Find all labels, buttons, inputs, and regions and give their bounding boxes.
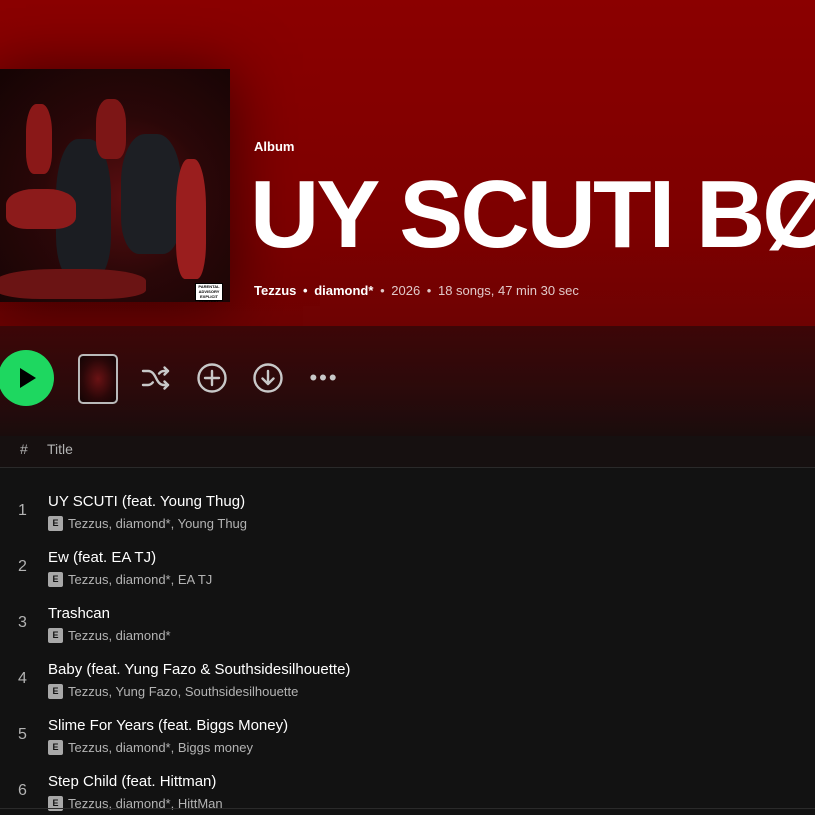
track-row[interactable]: 1 UY SCUTI (feat. Young Thug) E Tezzus, … xyxy=(0,490,815,546)
album-year: 2026 xyxy=(391,283,421,298)
bottom-divider xyxy=(0,808,815,809)
track-title[interactable]: Baby (feat. Yung Fazo & Southsidesilhoue… xyxy=(48,661,350,678)
shuffle-button[interactable] xyxy=(140,362,172,394)
track-number: 1 xyxy=(18,502,27,519)
track-row[interactable]: 4 Baby (feat. Yung Fazo & Southsidesilho… xyxy=(0,658,815,714)
tracklist-header xyxy=(0,436,815,468)
track-title[interactable]: Trashcan xyxy=(48,605,110,622)
more-options-button[interactable]: ••• xyxy=(308,362,340,394)
track-artist-list[interactable]: Tezzus, Yung Fazo, Southsidesilhouette xyxy=(68,684,298,699)
track-artists: E Tezzus, diamond*, EA TJ xyxy=(48,572,212,587)
separator-dot: • xyxy=(426,283,432,298)
separator-dot: • xyxy=(303,283,308,298)
download-circle-icon xyxy=(253,363,283,393)
track-number: 6 xyxy=(18,782,27,799)
album-meta: Tezzus • diamond* • 2026 • 18 songs, 47 … xyxy=(254,283,579,298)
track-artist-list[interactable]: Tezzus, diamond* xyxy=(68,628,171,643)
add-circle-icon xyxy=(197,363,227,393)
cover-figure xyxy=(96,99,126,159)
artist-link[interactable]: Tezzus xyxy=(254,283,296,298)
track-artists: E Tezzus, diamond*, Young Thug xyxy=(48,516,247,531)
explicit-badge: E xyxy=(48,516,63,531)
column-header-title[interactable]: Title xyxy=(47,441,73,457)
cover-figure xyxy=(6,189,76,229)
track-artist-list[interactable]: Tezzus, diamond*, EA TJ xyxy=(68,572,212,587)
album-cover[interactable]: PARENTAL ADVISORY EXPLICIT CONTENT xyxy=(0,69,230,302)
track-number: 5 xyxy=(18,726,27,743)
download-button[interactable] xyxy=(252,362,284,394)
track-row[interactable]: 2 Ew (feat. EA TJ) E Tezzus, diamond*, E… xyxy=(0,546,815,602)
track-artists: E Tezzus, Yung Fazo, Southsidesilhouette xyxy=(48,684,298,699)
parental-advisory-label: PARENTAL ADVISORY EXPLICIT CONTENT xyxy=(195,283,223,302)
column-header-number: # xyxy=(20,441,28,457)
album-summary: 18 songs, 47 min 30 sec xyxy=(437,283,579,298)
cover-figure xyxy=(26,104,52,174)
track-number: 4 xyxy=(18,670,27,687)
add-to-library-button[interactable] xyxy=(196,362,228,394)
album-type-label: Album xyxy=(254,139,295,154)
explicit-badge: E xyxy=(48,628,63,643)
action-bar xyxy=(0,326,815,436)
separator-dot: • xyxy=(380,283,385,298)
explicit-badge: E xyxy=(48,684,63,699)
track-title[interactable]: Slime For Years (feat. Biggs Money) xyxy=(48,717,288,734)
track-row[interactable]: 5 Slime For Years (feat. Biggs Money) E … xyxy=(0,714,815,770)
track-row[interactable]: 3 Trashcan E Tezzus, diamond* xyxy=(0,602,815,658)
play-button[interactable] xyxy=(0,350,54,406)
cover-figure xyxy=(121,134,181,254)
tracklist: 1 UY SCUTI (feat. Young Thug) E Tezzus, … xyxy=(0,490,815,815)
track-number: 2 xyxy=(18,558,27,575)
cover-figure xyxy=(176,159,206,279)
track-title[interactable]: UY SCUTI (feat. Young Thug) xyxy=(48,493,245,510)
explicit-badge: E xyxy=(48,740,63,755)
more-dots-icon: ••• xyxy=(309,365,339,390)
track-artists: E Tezzus, diamond* xyxy=(48,628,171,643)
album-page: PARENTAL ADVISORY EXPLICIT CONTENT Album… xyxy=(0,0,815,815)
album-title: UY SCUTI BØ xyxy=(250,161,815,268)
track-title[interactable]: Step Child (feat. Hittman) xyxy=(48,773,216,790)
explicit-badge: E xyxy=(48,572,63,587)
cover-figure xyxy=(0,269,146,299)
shuffle-icon xyxy=(141,366,170,390)
album-thumbnail-button[interactable] xyxy=(78,354,118,404)
play-icon xyxy=(20,368,36,388)
track-title[interactable]: Ew (feat. EA TJ) xyxy=(48,549,156,566)
track-artists: E Tezzus, diamond*, Biggs money xyxy=(48,740,253,755)
artist-link[interactable]: diamond* xyxy=(314,283,373,298)
track-number: 3 xyxy=(18,614,27,631)
track-artist-list[interactable]: Tezzus, diamond*, Young Thug xyxy=(68,516,247,531)
track-artist-list[interactable]: Tezzus, diamond*, Biggs money xyxy=(68,740,253,755)
